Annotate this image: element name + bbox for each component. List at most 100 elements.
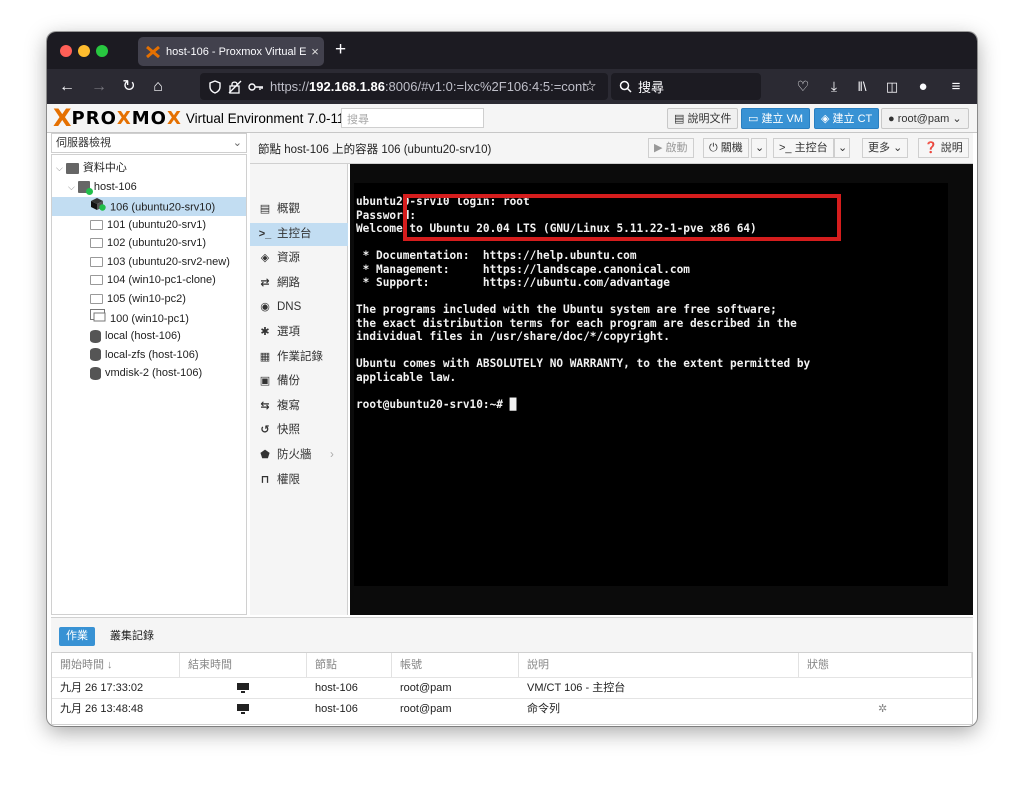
shutdown-menu-chevron[interactable]: ⌄ [751,138,767,158]
column-header[interactable]: 說明 [519,653,799,677]
menu-item-label: 複寫 [277,399,300,412]
column-header[interactable]: 帳號 [392,653,519,677]
tree-item-label: 100 (win10-pc1) [110,312,189,325]
container-stopped-icon [90,275,103,286]
close-window-icon[interactable] [60,45,72,57]
table-row[interactable]: 九月 26 13:48:48 host-106 root@pam 命令列 ✲ [52,698,972,719]
resource-search-input[interactable]: 搜尋 [341,108,484,128]
tree-item[interactable]: 103 (ubuntu20-srv2-new) [52,253,246,272]
menu-item[interactable]: ▤ 概觀 [250,198,348,221]
table-cell-start: 九月 26 13:48:48 [60,703,144,715]
documentation-button[interactable]: ▤ 說明文件 [667,108,739,129]
container-stopped-icon [90,238,103,249]
proxmox-header: X PRO X MO X Virtual Environment 7.0-11 搜尋 … [47,104,977,133]
power-icon: ⏻ [709,142,718,154]
start-button[interactable]: ▶ 啟動 [648,138,694,158]
menu-item[interactable]: ▦ 作業記錄 [250,346,348,369]
menu-item[interactable]: ⇆ 複寫 [250,395,348,418]
more-button[interactable]: 更多 ⌄ [862,138,909,158]
search-icon [619,80,632,93]
tree-item[interactable]: 105 (win10-pc2) [52,290,246,309]
new-tab-button[interactable]: + [335,39,346,61]
account-icon[interactable]: ● [911,69,935,104]
menu-item[interactable]: ◉ DNS [250,296,348,319]
tree-item-label: vmdisk-2 (host-106) [105,367,203,380]
gear-icon: ✱ [260,326,270,338]
help-button[interactable]: ❓ 說明 [918,138,969,158]
task-log-tabs: 作業 叢集記錄 [51,618,973,652]
tree-item[interactable]: local-zfs (host-106) [52,346,246,365]
resource-tree: ⌵ 資料中心 ⌵ host-106 106 (ubuntu20-srv10) 10… [51,154,247,615]
shield-icon: ⬟ [260,449,270,461]
view-selector[interactable]: 伺服器檢視 ⌄ [51,133,247,153]
url-host: 192.168.1.86 [309,79,385,94]
shield-icon[interactable] [208,79,222,94]
menu-item-label: 權限 [277,473,300,486]
menu-item[interactable]: ⊓ 權限 [250,469,348,492]
home-icon[interactable]: ⌂ [146,69,170,104]
tree-item[interactable]: vmdisk-2 (host-106) [52,364,246,383]
console-label: 主控台 [794,142,828,154]
menu-item-label: 作業記錄 [277,350,323,363]
chevron-down-icon[interactable]: ⌄ [233,134,242,152]
menu-item[interactable]: ⇄ 網路 [250,272,348,295]
shutdown-button[interactable]: ⏻ 關機 [703,138,749,158]
tab-close-icon[interactable]: × [306,44,324,59]
tree-item[interactable]: local (host-106) [52,327,246,346]
proxmox-logo[interactable]: X PRO X MO X Virtual Environment 7.0-11 [53,106,344,130]
tree-item[interactable]: 106 (ubuntu20-srv10) [52,197,246,216]
menu-item[interactable]: ✱ 選項 [250,321,348,344]
library-icon[interactable]: ‖\ [850,69,874,104]
menu-item[interactable]: >_ 主控台 [250,222,348,246]
exchange-icon: ⇄ [260,276,270,289]
back-icon[interactable]: ← [55,69,79,104]
shutdown-label: 關機 [720,142,743,154]
tab-cluster-log[interactable]: 叢集記錄 [103,627,161,646]
globe-icon: ◉ [260,301,270,314]
column-header[interactable]: 狀態 [799,653,972,677]
download-icon[interactable]: ⤓ [822,69,846,104]
tree-item-label: 101 (ubuntu20-srv1) [107,218,207,231]
hamburger-menu-icon[interactable]: ≡ [944,69,968,104]
menu-item[interactable]: ▣ 備份 [250,370,348,393]
tree-datacenter[interactable]: ⌵ 資料中心 [52,159,246,178]
sidebar-icon[interactable]: ◫ [880,69,904,104]
column-header[interactable]: 結束時間 [180,653,307,677]
browser-tab[interactable]: host-106 - Proxmox Virtual Envi × [138,37,324,66]
tree-host[interactable]: ⌵ host-106 [52,178,246,197]
forward-icon[interactable]: → [87,69,111,104]
tab-tasks[interactable]: 作業 [59,627,95,646]
tree-item[interactable]: 101 (ubuntu20-srv1) [52,216,246,235]
menu-item-label: 選項 [277,326,300,338]
tree-item[interactable]: 102 (ubuntu20-srv1) [52,234,246,253]
column-header[interactable]: 節點 [307,653,392,677]
create-vm-button[interactable]: ▭ 建立 VM [741,108,811,129]
bookmark-star-icon[interactable]: ☆ [578,69,602,104]
browser-search-box[interactable]: 搜尋 [611,73,761,100]
user-menu-button[interactable]: ● root@pam ⌄ [881,108,969,129]
reload-icon[interactable]: ↻ [117,69,141,104]
tab-title: host-106 - Proxmox Virtual Envi [166,45,306,58]
console-button[interactable]: >_ 主控台 [773,138,834,158]
tree-item[interactable]: 104 (win10-pc1-clone) [52,271,246,290]
terminal-cursor: █ [509,397,517,411]
menu-item[interactable]: ↺ 快照 [250,419,348,442]
insecure-lock-icon[interactable] [228,80,242,94]
create-ct-button[interactable]: ◈ 建立 CT [814,108,880,129]
minimize-window-icon[interactable] [78,45,90,57]
table-row[interactable]: 九月 26 17:33:02 host-106 root@pam VM/CT 106 … [52,677,972,698]
tree-item[interactable]: 100 (win10-pc1) [52,308,246,328]
url-bar[interactable]: https://192.168.1.86:8006/#v1:0:=lxc%2F1… [200,73,608,100]
table-cell-desc: VM/CT 106 - 主控台 [527,682,626,694]
menu-item[interactable]: ⬟ 防火牆 › [250,444,348,467]
browser-window: host-106 - Proxmox Virtual Envi × + ← → … [47,32,977,726]
tree-item-label: 103 (ubuntu20-srv2-new) [107,255,230,268]
key-icon[interactable] [248,82,264,92]
zoom-window-icon[interactable] [96,45,108,57]
collapse-icon[interactable]: ⌵ [68,182,75,192]
console-menu-chevron[interactable]: ⌄ [834,138,850,158]
menu-item[interactable]: ◈ 資源 [250,247,348,270]
pocket-icon[interactable]: ♡ [791,69,815,104]
column-header[interactable]: 開始時間 ↓ [52,653,180,677]
collapse-icon[interactable]: ⌵ [56,163,63,173]
